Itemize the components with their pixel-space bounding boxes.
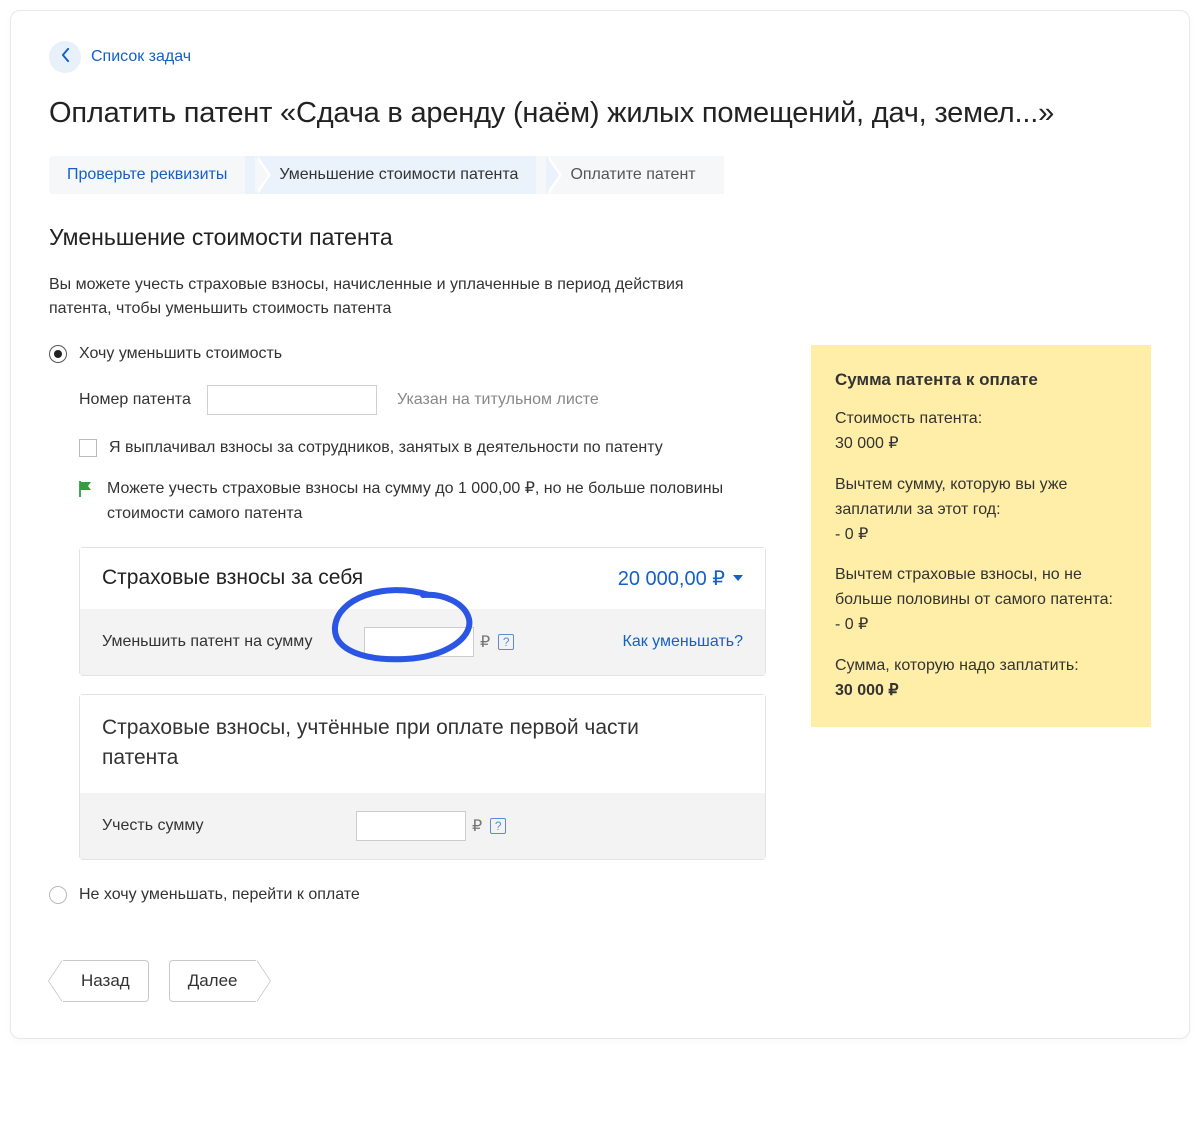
columns: Хочу уменьшить стоимость Номер патента У… bbox=[49, 345, 1151, 1002]
caret-down-icon bbox=[733, 575, 743, 581]
footer-buttons: Назад Далее bbox=[49, 960, 766, 1002]
panel2-title: Страховые взносы, учтённые при оплате пе… bbox=[102, 713, 662, 774]
patent-number-row: Номер патента Указан на титульном листе bbox=[79, 385, 766, 415]
panel1-head: Страховые взносы за себя 20 000,00 ₽ bbox=[80, 548, 765, 609]
help-icon[interactable]: ? bbox=[490, 818, 506, 834]
summary-title: Сумма патента к оплате bbox=[835, 367, 1127, 393]
back-nav-button[interactable]: Назад bbox=[63, 960, 149, 1002]
back-button-label: Назад bbox=[81, 960, 130, 1002]
ruble-icon: ₽ bbox=[480, 632, 490, 652]
flag-note-row: Можете учесть страховые взносы на сумму … bbox=[79, 477, 766, 527]
insurance-first-part-panel: Страховые взносы, учтённые при оплате пе… bbox=[79, 694, 766, 861]
flag-icon bbox=[79, 481, 93, 495]
panel1-body: Уменьшить патент на сумму ₽ ? Как уменьш… bbox=[80, 609, 765, 675]
right-column: Сумма патента к оплате Стоимость патента… bbox=[811, 345, 1151, 727]
page-title: Оплатить патент «Сдача в аренду (наём) ж… bbox=[49, 97, 1151, 130]
radio-label: Хочу уменьшить стоимость bbox=[79, 345, 282, 363]
reduce-amount-input[interactable] bbox=[364, 627, 474, 657]
patent-number-hint: Указан на титульном листе bbox=[397, 391, 599, 409]
employees-checkbox-row[interactable]: Я выплачивал взносы за сотрудников, заня… bbox=[79, 439, 766, 457]
panel2-head: Страховые взносы, учтённые при оплате пе… bbox=[80, 695, 765, 794]
panel1-field-label: Уменьшить патент на сумму bbox=[102, 633, 340, 651]
breadcrumb-step-2[interactable]: Уменьшение стоимости патента bbox=[245, 156, 546, 194]
breadcrumb: Проверьте реквизиты Уменьшение стоимости… bbox=[49, 156, 1151, 194]
summary-cost-label: Стоимость патента: bbox=[835, 407, 1127, 432]
panel2-input-wrap: ₽ ? bbox=[356, 811, 506, 841]
panel1-amount-toggle[interactable]: 20 000,00 ₽ bbox=[618, 566, 743, 591]
radio-skip[interactable]: Не хочу уменьшать, перейти к оплате bbox=[49, 886, 766, 904]
summary-insurance-label: Вычтем страховые взносы, но не больше по… bbox=[835, 563, 1127, 613]
panel1-input-wrap: ₽ ? bbox=[364, 627, 514, 657]
section-title: Уменьшение стоимости патента bbox=[49, 224, 1151, 251]
ruble-icon: ₽ bbox=[472, 816, 482, 836]
chevron-left-icon bbox=[61, 48, 70, 67]
radio-icon bbox=[49, 345, 67, 363]
radio-icon bbox=[49, 886, 67, 904]
breadcrumb-step-3[interactable]: Оплатите патент bbox=[536, 156, 723, 194]
radio-label: Не хочу уменьшать, перейти к оплате bbox=[79, 886, 360, 904]
help-icon[interactable]: ? bbox=[498, 634, 514, 650]
reduce-block: Номер патента Указан на титульном листе … bbox=[79, 385, 766, 860]
breadcrumb-step-1[interactable]: Проверьте реквизиты bbox=[49, 156, 255, 194]
flag-note-text: Можете учесть страховые взносы на сумму … bbox=[107, 477, 766, 527]
section-description: Вы можете учесть страховые взносы, начис… bbox=[49, 273, 729, 321]
next-nav-button[interactable]: Далее bbox=[169, 960, 256, 1002]
back-button[interactable] bbox=[49, 41, 81, 73]
next-button-label: Далее bbox=[188, 960, 238, 1002]
patent-number-label: Номер патента bbox=[79, 391, 207, 409]
account-amount-input[interactable] bbox=[356, 811, 466, 841]
summary-total-label: Сумма, которую надо заплатить: bbox=[835, 654, 1127, 679]
patent-number-input[interactable] bbox=[207, 385, 377, 415]
summary-box: Сумма патента к оплате Стоимость патента… bbox=[811, 345, 1151, 727]
summary-total: Сумма, которую надо заплатить: 30 000 ₽ bbox=[835, 654, 1127, 704]
checkbox-icon bbox=[79, 439, 97, 457]
radio-reduce[interactable]: Хочу уменьшить стоимость bbox=[49, 345, 766, 363]
summary-paid-label: Вычтем сумму, которую вы уже заплатили з… bbox=[835, 473, 1127, 523]
panel1-amount: 20 000,00 ₽ bbox=[618, 566, 725, 591]
summary-cost: Стоимость патента: 30 000 ₽ bbox=[835, 407, 1127, 457]
panel2-body: Учесть сумму ₽ ? bbox=[80, 793, 765, 859]
summary-cost-value: 30 000 ₽ bbox=[835, 432, 1127, 457]
summary-paid: Вычтем сумму, которую вы уже заплатили з… bbox=[835, 473, 1127, 547]
back-link[interactable]: Список задач bbox=[91, 48, 191, 66]
summary-paid-value: - 0 ₽ bbox=[835, 523, 1127, 548]
back-row: Список задач bbox=[49, 41, 1151, 73]
summary-insurance: Вычтем страховые взносы, но не больше по… bbox=[835, 563, 1127, 637]
left-column: Хочу уменьшить стоимость Номер патента У… bbox=[49, 345, 766, 1002]
page-container: Список задач Оплатить патент «Сдача в ар… bbox=[10, 10, 1190, 1039]
summary-insurance-value: - 0 ₽ bbox=[835, 613, 1127, 638]
how-reduce-link[interactable]: Как уменьшать? bbox=[623, 633, 744, 651]
panel2-field-label: Учесть сумму bbox=[102, 817, 332, 835]
insurance-self-panel: Страховые взносы за себя 20 000,00 ₽ Уме… bbox=[79, 547, 766, 676]
employees-checkbox-label: Я выплачивал взносы за сотрудников, заня… bbox=[109, 439, 663, 457]
summary-total-value: 30 000 ₽ bbox=[835, 679, 1127, 704]
panel1-title: Страховые взносы за себя bbox=[102, 566, 363, 590]
